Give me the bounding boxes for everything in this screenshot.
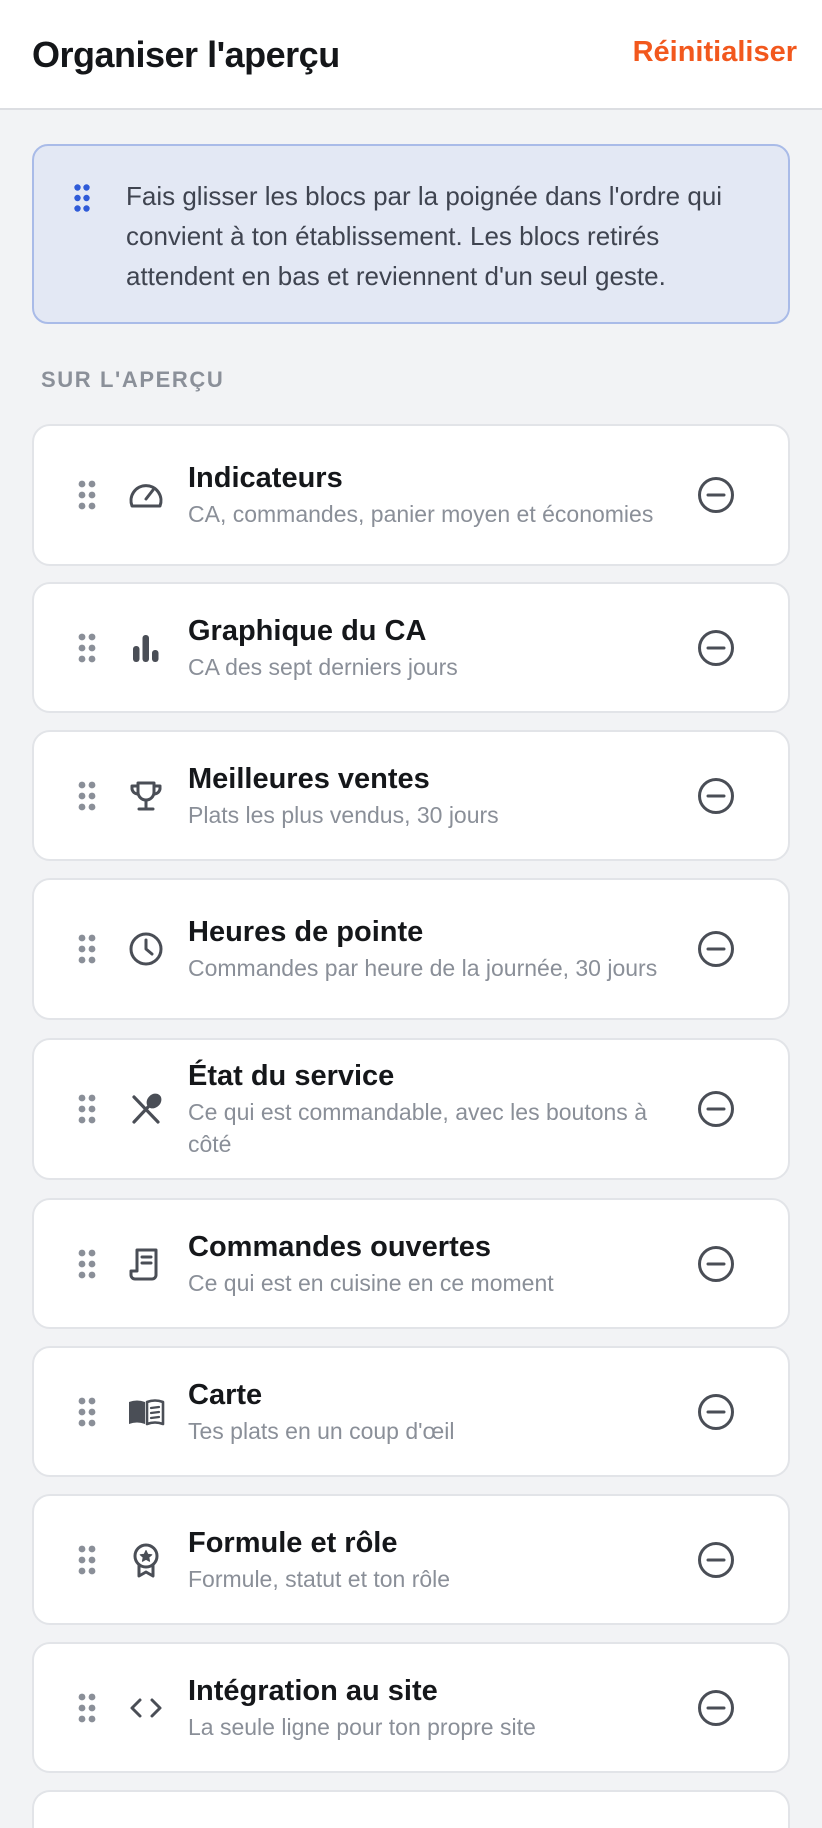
drag-handle-icon[interactable] — [78, 633, 96, 663]
utensils-icon — [126, 1089, 166, 1129]
info-text: Fais glisser les blocs par la poignée da… — [126, 181, 723, 291]
bar-chart-icon — [126, 628, 166, 668]
block-title: Formule et rôle — [188, 1526, 398, 1559]
block-card-commandes-ouvertes[interactable]: Commandes ouvertes Ce qui est en cuisine… — [32, 1198, 790, 1329]
drag-handle-icon — [74, 184, 90, 212]
block-card-integration-site[interactable]: Intégration au site La seule ligne pour … — [32, 1642, 790, 1773]
block-subtitle: CA des sept derniers jours — [188, 653, 458, 680]
remove-circle-icon[interactable] — [696, 1089, 736, 1129]
top-bar: Organiser l'aperçu Réinitialiser — [0, 0, 822, 110]
block-card-carte[interactable]: Carte Tes plats en un coup d'œil — [32, 1346, 790, 1477]
block-title: Indicateurs — [188, 462, 343, 494]
block-title: Commandes ouvertes — [188, 1230, 491, 1263]
block-title: Graphique du CA — [188, 614, 427, 647]
remove-circle-icon[interactable] — [696, 628, 736, 668]
remove-circle-icon[interactable] — [696, 1540, 736, 1580]
remove-circle-icon[interactable] — [696, 776, 736, 816]
block-card-meilleures-ventes[interactable]: Meilleures ventes Plats les plus vendus,… — [32, 730, 790, 861]
menu-book-icon — [126, 1392, 166, 1432]
block-subtitle: Tes plats en un coup d'œil — [188, 1417, 455, 1444]
block-subtitle: Commandes par heure de la journée, 30 jo… — [188, 955, 658, 981]
block-card-etat-du-service[interactable]: État du service Ce qui est commandable, … — [32, 1038, 790, 1180]
drag-handle-icon[interactable] — [78, 1094, 96, 1124]
trophy-icon — [126, 776, 166, 816]
block-subtitle: Ce qui est en cuisine en ce moment — [188, 1269, 554, 1296]
receipt-icon — [126, 1244, 166, 1284]
remove-circle-icon[interactable] — [696, 1244, 736, 1284]
drag-handle-icon[interactable] — [78, 1397, 96, 1427]
block-title: Carte — [188, 1378, 263, 1411]
remove-circle-icon[interactable] — [696, 1688, 736, 1728]
badge-icon — [126, 1540, 166, 1580]
block-subtitle: Ce qui est commandable, avec les boutons… — [188, 1099, 647, 1157]
block-card-heures-de-pointe[interactable]: Heures de pointe Commandes par heure de … — [32, 878, 790, 1020]
block-card-formule-role[interactable]: Formule et rôle Formule, statut et ton r… — [32, 1494, 790, 1625]
block-title: Meilleures ventes — [188, 762, 430, 795]
code-icon — [126, 1688, 166, 1728]
section-heading: SUR L'APERÇU — [41, 367, 225, 392]
block-card-graphique-ca[interactable]: Graphique du CA CA des sept derniers jou… — [32, 582, 790, 713]
remove-circle-icon[interactable] — [696, 1392, 736, 1432]
block-card-partial[interactable] — [32, 1790, 790, 1828]
info-banner: Fais glisser les blocs par la poignée da… — [32, 144, 790, 324]
block-subtitle: Formule, statut et ton rôle — [188, 1565, 451, 1592]
block-title: Intégration au site — [188, 1674, 438, 1707]
drag-handle-icon[interactable] — [78, 1545, 96, 1575]
remove-circle-icon[interactable] — [696, 929, 736, 969]
remove-circle-icon[interactable] — [696, 475, 736, 515]
block-subtitle: Plats les plus vendus, 30 jours — [188, 801, 499, 828]
drag-handle-icon[interactable] — [78, 1693, 96, 1723]
gauge-icon — [126, 475, 166, 515]
block-subtitle: La seule ligne pour ton propre site — [188, 1713, 536, 1740]
drag-handle-icon[interactable] — [78, 781, 96, 811]
reset-button[interactable]: Réinitialiser — [633, 36, 797, 69]
block-subtitle: CA, commandes, panier moyen et économies — [188, 501, 654, 527]
block-title: Heures de pointe — [188, 916, 424, 948]
clock-icon — [126, 929, 166, 969]
drag-handle-icon[interactable] — [78, 480, 96, 510]
block-title: État du service — [188, 1060, 395, 1092]
block-card-indicateurs[interactable]: Indicateurs CA, commandes, panier moyen … — [32, 424, 790, 566]
page-title: Organiser l'aperçu — [32, 34, 340, 75]
drag-handle-icon[interactable] — [78, 1249, 96, 1279]
drag-handle-icon[interactable] — [78, 934, 96, 964]
